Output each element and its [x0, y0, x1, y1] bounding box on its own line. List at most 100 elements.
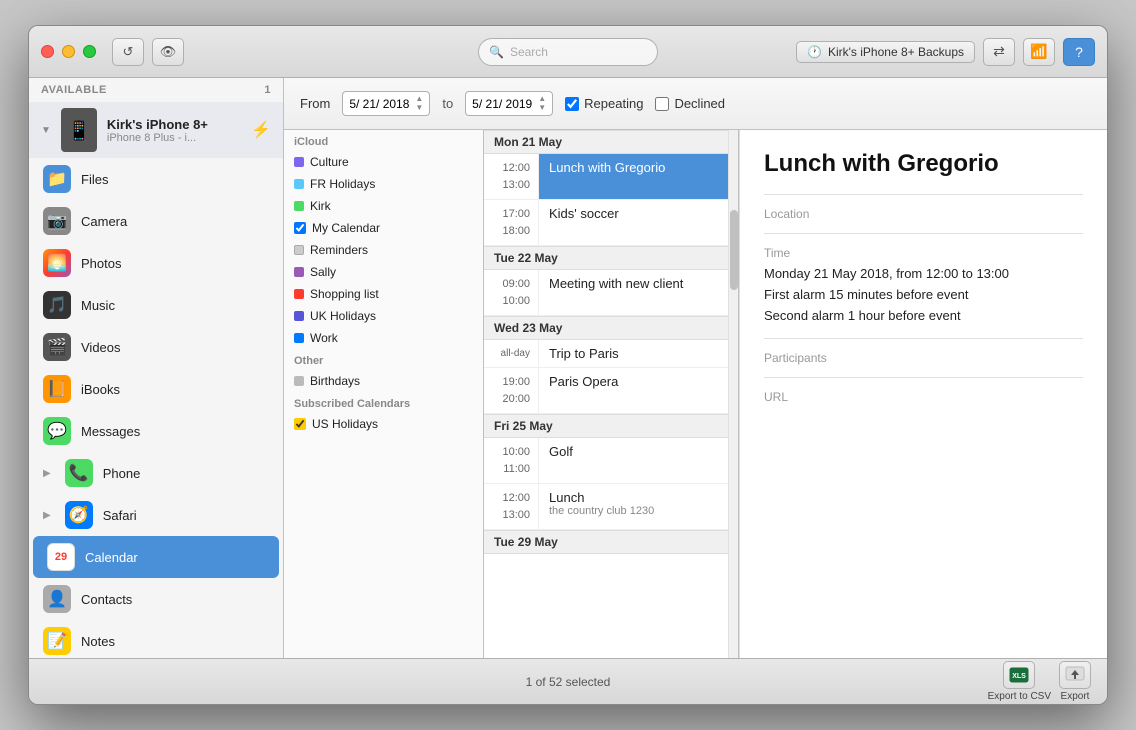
minimize-button[interactable]	[62, 45, 75, 58]
search-bar[interactable]: 🔍 Search	[478, 38, 658, 66]
detail-divider-4	[764, 377, 1083, 378]
photos-icon: 🌅	[43, 249, 71, 277]
event-row: 12:0013:00 Lunch with Gregorio	[484, 154, 728, 200]
from-date-value: 5/ 21/ 2018	[349, 97, 409, 111]
alarm2-value: Second alarm 1 hour before event	[764, 306, 1083, 327]
cal-item-label: Culture	[310, 155, 349, 169]
sidebar-item-label: Videos	[81, 340, 121, 355]
sidebar-item-notes[interactable]: 📝 Notes	[29, 620, 283, 658]
cal-color-dot	[294, 376, 304, 386]
cal-item-culture[interactable]: Culture	[284, 151, 483, 173]
sync-button[interactable]: ⇄	[983, 38, 1015, 66]
cal-item-label: Birthdays	[310, 374, 360, 388]
cal-item-label: FR Holidays	[310, 177, 375, 191]
event-meeting-client[interactable]: Meeting with new client	[539, 270, 728, 315]
my-calendar-checkbox[interactable]	[294, 222, 306, 234]
time-label: Time	[764, 246, 1083, 260]
eye-button[interactable]: 👁	[152, 38, 184, 66]
cal-item-birthdays[interactable]: Birthdays	[284, 370, 483, 392]
traffic-lights	[41, 45, 96, 58]
event-time: 17:0018:00	[484, 200, 539, 245]
sidebar-item-ibooks[interactable]: 📙 iBooks	[29, 368, 283, 410]
sidebar-item-calendar[interactable]: 29 Calendar	[33, 536, 279, 578]
sidebar-item-contacts[interactable]: 👤 Contacts	[29, 578, 283, 620]
cal-color-dot	[294, 333, 304, 343]
sidebar-item-safari[interactable]: ▶ 🧭 Safari	[29, 494, 283, 536]
cal-item-my-calendar[interactable]: My Calendar	[284, 217, 483, 239]
export-button[interactable]: Export	[1059, 661, 1091, 702]
camera-icon: 📷	[43, 207, 71, 235]
refresh-button[interactable]: ↺	[112, 38, 144, 66]
from-date-stepper[interactable]: ▲ ▼	[415, 95, 423, 113]
cal-item-fr-holidays[interactable]: FR Holidays	[284, 173, 483, 195]
export-section: XLS Export to CSV Export	[988, 661, 1091, 702]
participants-label: Participants	[764, 351, 1083, 365]
event-time: 10:0011:00	[484, 438, 539, 483]
repeating-checkbox-label[interactable]: Repeating	[565, 96, 643, 111]
day-header: Mon 21 May	[484, 130, 728, 154]
available-count: 1	[264, 84, 271, 96]
cal-item-uk-holidays[interactable]: UK Holidays	[284, 305, 483, 327]
cal-item-work[interactable]: Work	[284, 327, 483, 349]
event-lunch-club[interactable]: Lunch the country club 1230	[539, 484, 728, 529]
phone-icon: 📞	[65, 459, 93, 487]
fullscreen-button[interactable]	[83, 45, 96, 58]
to-date-value: 5/ 21/ 2019	[472, 97, 532, 111]
event-lunch-gregorio[interactable]: Lunch with Gregorio	[539, 154, 728, 199]
export-csv-button[interactable]: XLS Export to CSV	[988, 661, 1051, 702]
us-holidays-checkbox[interactable]	[294, 418, 306, 430]
cal-item-us-holidays[interactable]: US Holidays	[284, 413, 483, 435]
cal-item-label: Shopping list	[310, 287, 379, 301]
export-label: Export	[1061, 691, 1090, 702]
repeating-checkbox[interactable]	[565, 97, 579, 111]
sidebar-item-label: Contacts	[81, 592, 132, 607]
phone-arrow-icon: ▶	[43, 468, 51, 479]
event-kids-soccer[interactable]: Kids' soccer	[539, 200, 728, 245]
sidebar-item-music[interactable]: 🎵 Music	[29, 284, 283, 326]
event-paris-opera[interactable]: Paris Opera	[539, 368, 728, 413]
subscribed-group-header: Subscribed Calendars	[284, 392, 483, 413]
filter-bar: From 5/ 21/ 2018 ▲ ▼ to 5/ 21/ 2019 ▲ ▼	[284, 78, 1107, 130]
device-arrow-icon: ▼	[41, 125, 51, 136]
bottom-bar: 1 of 52 selected XLS Export to CSV	[29, 658, 1107, 704]
cal-item-kirk[interactable]: Kirk	[284, 195, 483, 217]
event-sub: the country club 1230	[549, 505, 718, 517]
declined-checkbox[interactable]	[655, 97, 669, 111]
event-trip-paris[interactable]: Trip to Paris	[539, 340, 728, 367]
event-row: 12:0013:00 Lunch the country club 1230	[484, 484, 728, 530]
event-golf[interactable]: Golf	[539, 438, 728, 483]
cal-item-shopping-list[interactable]: Shopping list	[284, 283, 483, 305]
icloud-group-header: iCloud	[284, 130, 483, 151]
cal-item-reminders[interactable]: Reminders	[284, 239, 483, 261]
close-button[interactable]	[41, 45, 54, 58]
main-window: ↺ 👁 🔍 Search 🕐 Kirk's iPhone 8+ Backups …	[28, 25, 1108, 705]
safari-icon: 🧭	[65, 501, 93, 529]
cal-item-sally[interactable]: Sally	[284, 261, 483, 283]
to-date-stepper[interactable]: ▲ ▼	[538, 95, 546, 113]
events-scrollbar[interactable]	[728, 130, 738, 658]
device-row[interactable]: ▼ 📱 Kirk's iPhone 8+ iPhone 8 Plus - i..…	[29, 102, 283, 158]
declined-checkbox-label[interactable]: Declined	[655, 96, 725, 111]
event-row: 09:0010:00 Meeting with new client	[484, 270, 728, 316]
usb-icon: ⚡	[251, 120, 271, 140]
day-header: Tue 22 May	[484, 246, 728, 270]
sidebar-item-videos[interactable]: 🎬 Videos	[29, 326, 283, 368]
contacts-icon: 👤	[43, 585, 71, 613]
stepper-down-icon[interactable]: ▼	[415, 104, 423, 113]
wifi-button[interactable]: 📶	[1023, 38, 1055, 66]
sidebar-item-files[interactable]: 📁 Files	[29, 158, 283, 200]
calendar-list: iCloud Culture FR Holidays Kirk	[284, 130, 484, 658]
event-row: 19:0020:00 Paris Opera	[484, 368, 728, 414]
stepper-down-icon[interactable]: ▼	[538, 104, 546, 113]
sidebar-item-messages[interactable]: 💬 Messages	[29, 410, 283, 452]
other-group-header: Other	[284, 349, 483, 370]
sidebar-item-phone[interactable]: ▶ 📞 Phone	[29, 452, 283, 494]
from-date-field[interactable]: 5/ 21/ 2018 ▲ ▼	[342, 91, 430, 117]
to-date-field[interactable]: 5/ 21/ 2019 ▲ ▼	[465, 91, 553, 117]
sidebar-item-photos[interactable]: 🌅 Photos	[29, 242, 283, 284]
search-icon: 🔍	[489, 45, 504, 59]
device-name: Kirk's iPhone 8+	[107, 117, 241, 132]
help-button[interactable]: ?	[1063, 38, 1095, 66]
calendar-panel: iCloud Culture FR Holidays Kirk	[284, 130, 739, 658]
sidebar-item-camera[interactable]: 📷 Camera	[29, 200, 283, 242]
